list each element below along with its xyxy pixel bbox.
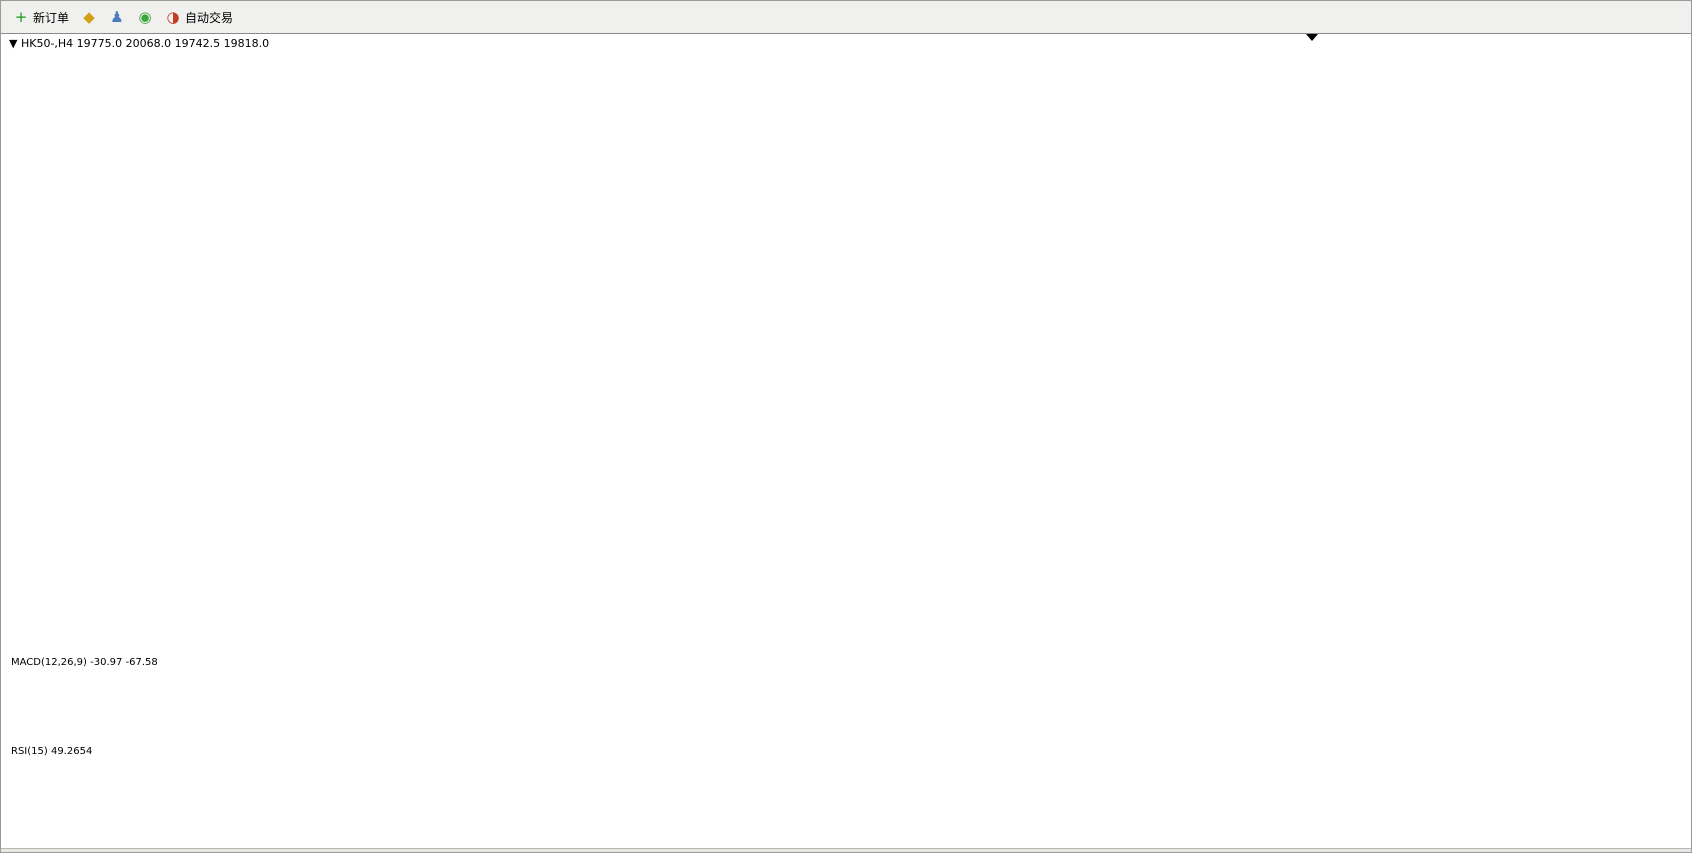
chart-shift-marker-icon[interactable] [1306, 34, 1318, 41]
status-strip [1, 848, 1692, 853]
rsi-indicator-label: RSI(15) 49.2654 [11, 746, 92, 757]
chart-canvas[interactable] [1, 1, 1692, 853]
terminal-window: +新订单◆♟◉◑自动交易 ▼ HK50-,H4 19775.0 20068.0 … [0, 0, 1692, 853]
chart-ohlc-title: ▼ HK50-,H4 19775.0 20068.0 19742.5 19818… [9, 37, 269, 50]
macd-indicator-label: MACD(12,26,9) -30.97 -67.58 [11, 657, 158, 668]
